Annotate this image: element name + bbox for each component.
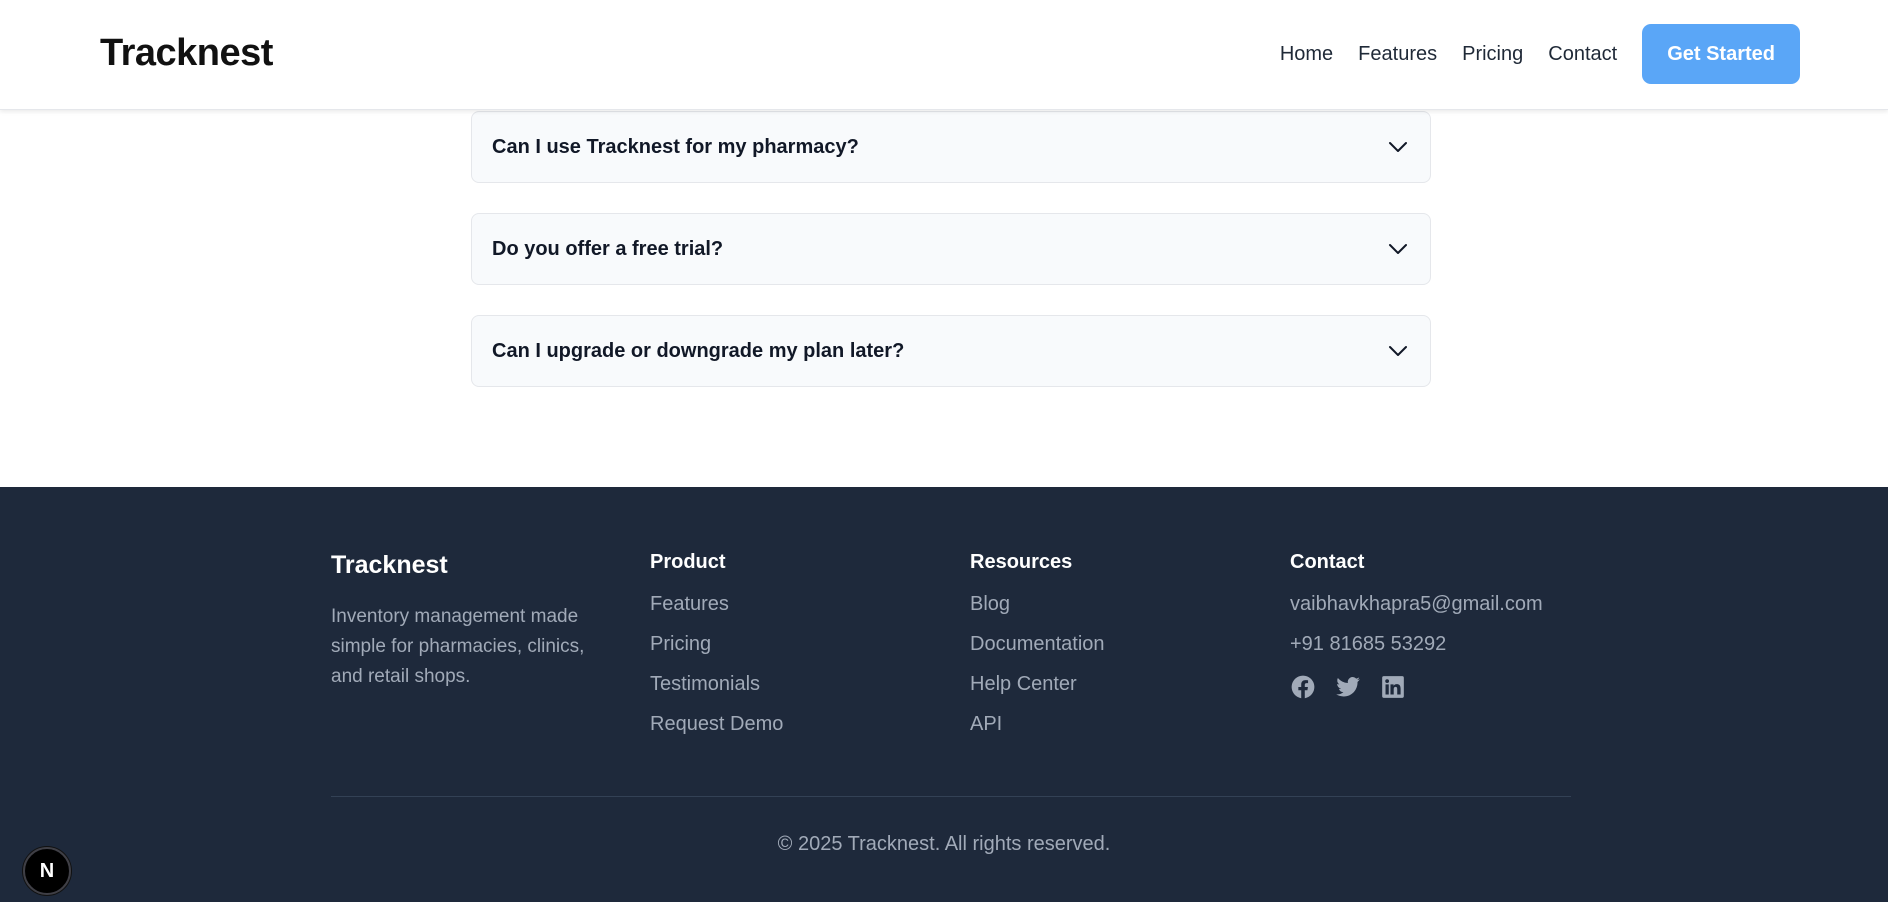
footer-link-pricing[interactable]: Pricing xyxy=(650,632,783,672)
footer-link-help-center[interactable]: Help Center xyxy=(970,672,1105,712)
nav-pricing[interactable]: Pricing xyxy=(1462,43,1523,66)
faq-question: Can I use Tracknest for my pharmacy? xyxy=(492,135,859,158)
nav-home[interactable]: Home xyxy=(1280,43,1333,66)
faq-section: Can I use Tracknest for my pharmacy? Do … xyxy=(471,111,1431,417)
social-links xyxy=(1290,674,1543,700)
faq-question: Do you offer a free trial? xyxy=(492,237,724,260)
footer-column-title: Product xyxy=(650,551,726,573)
next-dev-badge[interactable]: N xyxy=(23,847,71,895)
footer-contact-column: Contact vaibhavkhapra5@gmail.com +91 816… xyxy=(1290,551,1543,700)
get-started-button[interactable]: Get Started xyxy=(1642,24,1800,84)
linkedin-icon[interactable] xyxy=(1380,674,1406,700)
copyright: © 2025 Tracknest. All rights reserved. xyxy=(777,833,1111,855)
footer-resources-column: Resources Blog Documentation Help Center… xyxy=(970,551,1105,752)
logo[interactable]: Tracknest xyxy=(100,32,273,75)
footer-link-api[interactable]: API xyxy=(970,712,1105,752)
footer-link-features[interactable]: Features xyxy=(650,592,783,632)
footer-description: Inventory management made simple for pha… xyxy=(331,606,585,687)
main-nav: Home Features Pricing Contact Get Starte… xyxy=(1280,24,1800,84)
faq-item[interactable]: Do you offer a free trial? xyxy=(471,213,1431,285)
footer-logo: Tracknest xyxy=(331,551,448,579)
footer-brand: Tracknest Inventory management made simp… xyxy=(331,551,601,692)
footer-column-title: Contact xyxy=(1290,551,1365,573)
chevron-down-icon xyxy=(1389,346,1407,356)
contact-email[interactable]: vaibhavkhapra5@gmail.com xyxy=(1290,592,1543,632)
footer-column-title: Resources xyxy=(970,551,1073,573)
page: Tracknest Home Features Pricing Contact … xyxy=(0,0,1888,902)
chevron-down-icon xyxy=(1389,142,1407,152)
footer-product-column: Product Features Pricing Testimonials Re… xyxy=(650,551,783,752)
nav-features[interactable]: Features xyxy=(1358,43,1437,66)
site-header: Tracknest Home Features Pricing Contact … xyxy=(0,0,1888,110)
site-footer: Tracknest Inventory management made simp… xyxy=(0,487,1888,902)
nav-contact[interactable]: Contact xyxy=(1548,43,1617,66)
faq-item[interactable]: Can I upgrade or downgrade my plan later… xyxy=(471,315,1431,387)
twitter-icon[interactable] xyxy=(1335,674,1361,700)
facebook-icon[interactable] xyxy=(1290,674,1316,700)
contact-phone[interactable]: +91 81685 53292 xyxy=(1290,632,1543,672)
faq-question: Can I upgrade or downgrade my plan later… xyxy=(492,339,905,362)
faq-item[interactable]: Can I use Tracknest for my pharmacy? xyxy=(471,111,1431,183)
footer-link-testimonials[interactable]: Testimonials xyxy=(650,672,783,712)
chevron-down-icon xyxy=(1389,244,1407,254)
footer-link-request-demo[interactable]: Request Demo xyxy=(650,712,783,752)
footer-link-documentation[interactable]: Documentation xyxy=(970,632,1105,672)
footer-link-blog[interactable]: Blog xyxy=(970,592,1105,632)
footer-divider xyxy=(331,796,1571,797)
